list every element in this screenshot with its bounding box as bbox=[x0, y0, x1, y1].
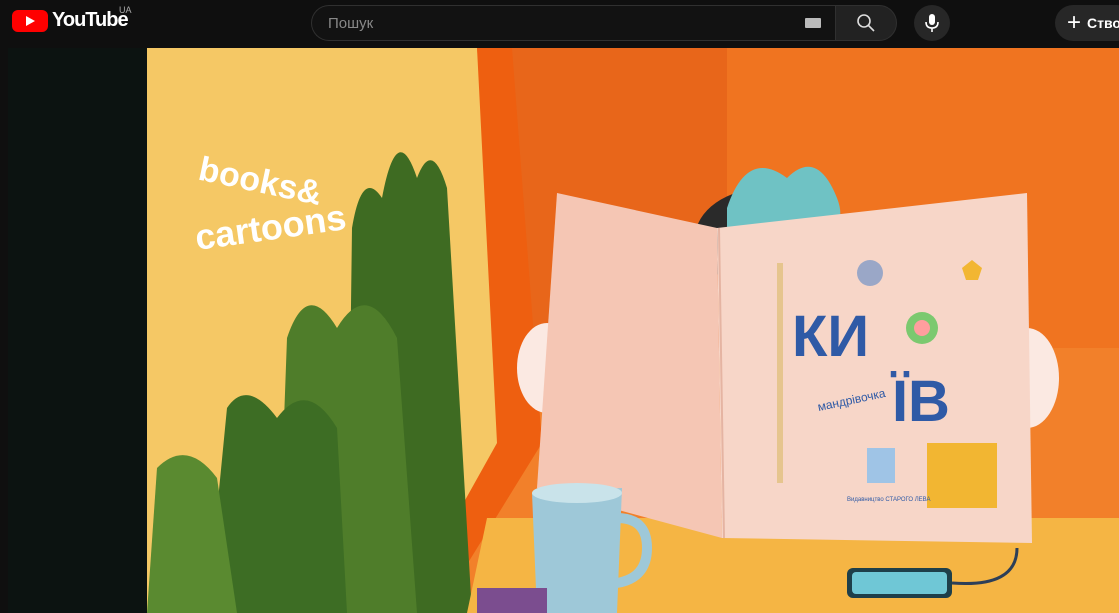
logo-text: YouTube bbox=[52, 9, 129, 31]
country-code: UA bbox=[119, 5, 132, 15]
video-frame bbox=[147, 48, 1119, 613]
create-label: Ство bbox=[1087, 15, 1119, 31]
keyboard-icon[interactable] bbox=[805, 18, 821, 28]
search-icon bbox=[857, 14, 875, 32]
search-box[interactable]: Пошук bbox=[311, 5, 835, 41]
youtube-logo[interactable]: YouTube bbox=[12, 9, 129, 32]
top-bar: YouTube UA Пошук + Ство bbox=[0, 0, 1119, 48]
search-button[interactable] bbox=[835, 5, 897, 41]
book-publisher: Видавництво СТАРОГО ЛЕВА bbox=[847, 497, 931, 503]
youtube-play-icon bbox=[12, 9, 48, 32]
search-input[interactable]: Пошук bbox=[328, 15, 373, 32]
sidebar bbox=[8, 48, 147, 613]
video-player[interactable]: books& cartoons КИ ЇВ мандрівочка Видавн… bbox=[147, 48, 1119, 613]
watermark-line2: cartoons bbox=[192, 196, 349, 259]
create-button[interactable]: + Ство bbox=[1055, 5, 1119, 41]
book-title-bottom: ЇВ bbox=[892, 369, 950, 434]
voice-search-button[interactable] bbox=[914, 5, 950, 41]
book-title-top: КИ bbox=[792, 304, 870, 369]
microphone-icon bbox=[925, 14, 939, 32]
plus-icon: + bbox=[1067, 9, 1082, 36]
